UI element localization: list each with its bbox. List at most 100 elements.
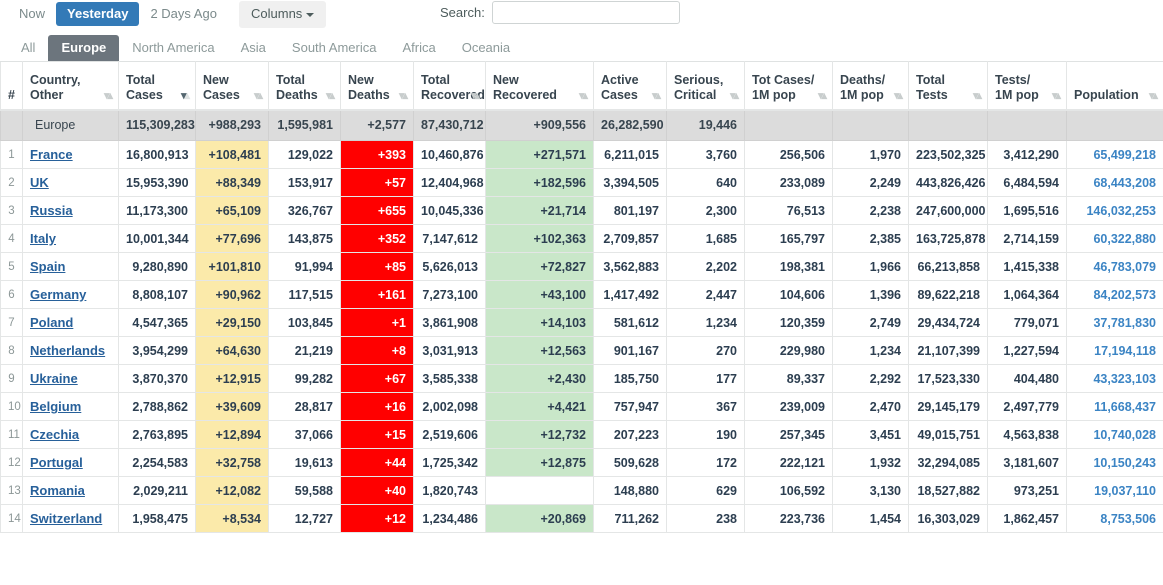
country-link[interactable]: Russia (30, 203, 73, 218)
continent-tab-asia[interactable]: Asia (228, 35, 279, 61)
header-total-deaths[interactable]: Total ▾▴ Deaths (268, 61, 341, 111)
row-country-cell: Russia (22, 196, 119, 225)
header-new-deaths[interactable]: New ▾▴ Deaths (340, 61, 414, 111)
row-population[interactable]: 10,740,028 (1066, 420, 1163, 449)
header-rank[interactable]: # (0, 61, 23, 111)
header-new-cases[interactable]: New ▾▴ Cases (195, 61, 269, 111)
row-tot-cases-per-1m: 229,980 (744, 336, 833, 365)
continent-tab-north-america[interactable]: North America (119, 35, 227, 61)
header-total-recovered[interactable]: Total ▾▴ Recovered (413, 61, 486, 111)
row-tests-per-1m: 1,862,457 (987, 504, 1067, 533)
sort-icon-total-tests[interactable]: ▾▴ (973, 89, 982, 104)
row-new-cases: +32,758 (195, 448, 269, 477)
country-link[interactable]: Czechia (30, 427, 79, 442)
country-link[interactable]: Ukraine (30, 371, 78, 386)
row-new-recovered: +12,563 (485, 336, 594, 365)
row-active-cases: 3,394,505 (593, 168, 667, 197)
search-input[interactable] (491, 1, 680, 24)
row-total-recovered: 7,273,100 (413, 280, 486, 309)
row-population[interactable]: 68,443,208 (1066, 168, 1163, 197)
continent-summary-row: Europe 115,309,283 +988,293 1,595,981 +2… (0, 109, 1163, 141)
sort-icon-tot-cases-per-1m[interactable]: ▾▴ (818, 89, 827, 104)
row-population[interactable]: 60,322,880 (1066, 224, 1163, 253)
summary-new-recovered: +909,556 (485, 109, 594, 141)
country-link[interactable]: Poland (30, 315, 73, 330)
row-total-tests: 223,502,325 (908, 140, 988, 169)
header-country[interactable]: Country, ▾▴ Other (22, 61, 119, 111)
table-row: 14 Switzerland 1,958,475 +8,534 12,727 +12 1,2… (0, 504, 1163, 533)
row-population[interactable]: 10,150,243 (1066, 448, 1163, 477)
header-total-cases[interactable]: Total ▾▴ Cases (118, 61, 196, 111)
row-rank: 3 (0, 196, 23, 225)
row-population[interactable]: 43,323,103 (1066, 364, 1163, 393)
row-tests-per-1m: 3,412,290 (987, 140, 1067, 169)
header-tests-per-1m-line2: 1M pop (995, 87, 1039, 102)
row-new-deaths: +40 (340, 476, 414, 505)
sort-icon-serious-critical[interactable]: ▾▴ (730, 89, 739, 104)
row-population[interactable]: 37,781,830 (1066, 308, 1163, 337)
continent-tab-europe[interactable]: Europe (48, 35, 120, 61)
row-total-recovered: 10,460,876 (413, 140, 486, 169)
country-link[interactable]: Italy (30, 231, 56, 246)
country-link[interactable]: Portugal (30, 455, 83, 470)
row-active-cases: 581,612 (593, 308, 667, 337)
row-tot-cases-per-1m: 120,359 (744, 308, 833, 337)
continent-tab-all[interactable]: All (8, 35, 48, 61)
header-population[interactable]: ▾▴ Population (1066, 61, 1163, 111)
row-population[interactable]: 84,202,573 (1066, 280, 1163, 309)
sort-icon-population[interactable]: ▾▴ (1149, 89, 1158, 104)
row-active-cases: 801,197 (593, 196, 667, 225)
sort-icon-country[interactable]: ▾▴ (104, 89, 113, 104)
header-active-cases-line2: Cases (601, 87, 638, 102)
row-population[interactable]: 65,499,218 (1066, 140, 1163, 169)
header-serious-critical[interactable]: Serious, ▾▴ Critical (666, 61, 745, 111)
row-population[interactable]: 146,032,253 (1066, 196, 1163, 225)
continent-tab-africa[interactable]: Africa (389, 35, 448, 61)
row-population[interactable]: 8,753,506 (1066, 504, 1163, 533)
sort-icon-new-deaths[interactable]: ▾▴ (399, 89, 408, 104)
country-link[interactable]: Germany (30, 287, 86, 302)
sort-icon-tests-per-1m[interactable]: ▾▴ (1052, 89, 1061, 104)
time-tab-now[interactable]: Now (8, 2, 56, 26)
row-new-deaths: +57 (340, 168, 414, 197)
header-tot-cases-per-1m[interactable]: Tot Cases/ ▾▴ 1M pop (744, 61, 833, 111)
sort-icon-deaths-per-1m[interactable]: ▾▴ (894, 89, 903, 104)
country-link[interactable]: Romania (30, 483, 85, 498)
row-serious-critical: 270 (666, 336, 745, 365)
sort-icon-total-deaths[interactable]: ▾▴ (326, 89, 335, 104)
sort-icon-new-cases[interactable]: ▾▴ (254, 89, 263, 104)
row-total-deaths: 19,613 (268, 448, 341, 477)
sort-icon-new-recovered[interactable]: ▾▴ (579, 89, 588, 104)
row-tests-per-1m: 6,484,594 (987, 168, 1067, 197)
sort-icon-total-recovered[interactable]: ▾▴ (471, 89, 480, 104)
country-link[interactable]: Netherlands (30, 343, 105, 358)
country-link[interactable]: UK (30, 175, 49, 190)
time-tab-2-days-ago[interactable]: 2 Days Ago (139, 2, 228, 26)
row-population[interactable]: 11,668,437 (1066, 392, 1163, 421)
row-country-cell: Italy (22, 224, 119, 253)
header-total-tests[interactable]: Total ▾▴ Tests (908, 61, 988, 111)
sort-icon-total-cases[interactable]: ▾▴ (181, 89, 190, 104)
row-population[interactable]: 19,037,110 (1066, 476, 1163, 505)
country-link[interactable]: France (30, 147, 73, 162)
row-serious-critical: 2,300 (666, 196, 745, 225)
country-link[interactable]: Belgium (30, 399, 81, 414)
row-tot-cases-per-1m: 165,797 (744, 224, 833, 253)
header-new-recovered[interactable]: New ▾▴ Recovered (485, 61, 594, 111)
header-active-cases[interactable]: Active ▾▴ Cases (593, 61, 667, 111)
country-link[interactable]: Switzerland (30, 511, 102, 526)
row-population[interactable]: 17,194,118 (1066, 336, 1163, 365)
time-tab-yesterday[interactable]: Yesterday (56, 2, 140, 26)
continent-tab-south-america[interactable]: South America (279, 35, 390, 61)
row-new-recovered: +12,875 (485, 448, 594, 477)
continent-tab-oceania[interactable]: Oceania (449, 35, 523, 61)
header-deaths-per-1m-line1: Deaths/ (840, 72, 886, 87)
columns-button[interactable]: Columns (239, 1, 327, 28)
row-new-deaths: +1 (340, 308, 414, 337)
row-population[interactable]: 46,783,079 (1066, 252, 1163, 281)
table-row: 9 Ukraine 3,870,370 +12,915 99,282 +67 3,585,3… (0, 364, 1163, 393)
header-tests-per-1m[interactable]: Tests/ ▾▴ 1M pop (987, 61, 1067, 111)
country-link[interactable]: Spain (30, 259, 65, 274)
sort-icon-active-cases[interactable]: ▾▴ (652, 89, 661, 104)
header-deaths-per-1m[interactable]: Deaths/ ▾▴ 1M pop (832, 61, 909, 111)
